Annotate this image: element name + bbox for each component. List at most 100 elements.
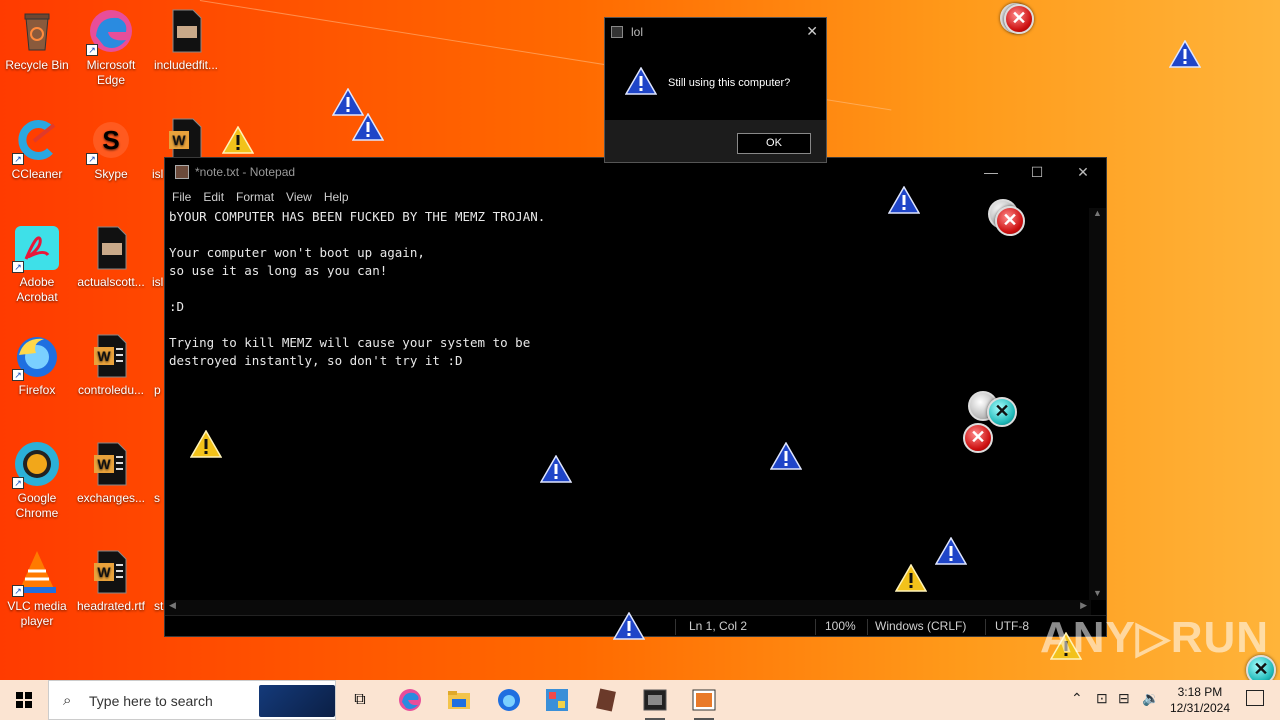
close-button[interactable]: ✕ bbox=[1060, 164, 1106, 181]
chrome-icon: ↗ bbox=[12, 441, 60, 489]
search-placeholder: Type here to search bbox=[89, 693, 213, 709]
search-box[interactable]: ⌕ Type here to search bbox=[48, 680, 336, 720]
menu-format[interactable]: Format bbox=[236, 190, 274, 204]
svg-text:W: W bbox=[172, 132, 186, 148]
menu-bar: File Edit Format View Help bbox=[165, 186, 1106, 208]
vlc-icon: ↗ bbox=[12, 549, 60, 597]
scroll-up-icon[interactable]: ▲ bbox=[1089, 208, 1106, 218]
yellow-warning-icon bbox=[190, 430, 222, 458]
error-icon: ✕ bbox=[987, 397, 1017, 427]
notepad-taskbar-icon[interactable] bbox=[690, 686, 718, 720]
desktop-icon-vlc[interactable]: ↗ VLC media player bbox=[0, 549, 76, 629]
svg-text:W: W bbox=[97, 456, 111, 472]
task-view-icon[interactable]: ⧉ bbox=[346, 686, 374, 714]
ok-button[interactable]: OK bbox=[737, 133, 811, 154]
shortcut-arrow-icon: ↗ bbox=[12, 585, 24, 597]
firefox-icon: ↗ bbox=[12, 333, 60, 381]
anyrun-watermark: ANY▷RUN bbox=[1040, 613, 1270, 662]
minimize-button[interactable]: — bbox=[968, 164, 1014, 181]
notepad-window[interactable]: *note.txt - Notepad — ☐ ✕ File Edit Form… bbox=[164, 157, 1107, 637]
dialog-message: Still using this computer? bbox=[668, 77, 791, 89]
menu-file[interactable]: File bbox=[172, 190, 191, 204]
window-title: *note.txt - Notepad bbox=[195, 165, 296, 179]
ccleaner-icon: ↗ bbox=[12, 117, 60, 165]
error-icon: ✕ bbox=[1004, 4, 1034, 34]
blue-warning-icon bbox=[540, 455, 572, 483]
maximize-button[interactable]: ☐ bbox=[1014, 164, 1060, 181]
desktop-icon-microsoft-edge[interactable]: ↗ Microsoft Edge bbox=[72, 8, 150, 88]
skype-icon: S ↗ bbox=[86, 117, 134, 165]
winrar-icon[interactable] bbox=[592, 686, 620, 714]
blue-warning-icon bbox=[352, 113, 384, 141]
taskbar: ⌕ Type here to search ⧉ ⌃ ⊡ ⊟ 🔉 3:18 PM … bbox=[0, 680, 1280, 720]
windows-logo-icon bbox=[16, 692, 32, 708]
file-icon bbox=[163, 8, 209, 54]
system-clock[interactable]: 3:18 PM 12/31/2024 bbox=[1170, 684, 1230, 716]
desktop-icon-includedfit[interactable]: includedfit... bbox=[147, 8, 225, 73]
desktop-icon-exchanges[interactable]: W exchanges... bbox=[72, 441, 150, 506]
file-explorer-icon[interactable] bbox=[445, 686, 473, 714]
dialog-close-button[interactable]: ✕ bbox=[806, 23, 818, 40]
photo-app-icon[interactable] bbox=[543, 686, 571, 714]
blue-warning-icon bbox=[770, 442, 802, 470]
network-icon[interactable]: ⊟ bbox=[1118, 690, 1130, 720]
status-encoding: UTF-8 bbox=[995, 619, 1029, 633]
blue-warning-icon bbox=[613, 612, 645, 640]
notifications-icon[interactable] bbox=[1246, 690, 1264, 706]
notepad-app-icon bbox=[175, 165, 189, 179]
file-icon bbox=[88, 225, 134, 271]
dialog-app-icon bbox=[611, 25, 623, 38]
status-zoom: 100% bbox=[825, 619, 856, 633]
clock-time: 3:18 PM bbox=[1177, 685, 1223, 699]
yellow-warning-icon bbox=[222, 126, 254, 154]
blue-warning-icon bbox=[888, 186, 920, 214]
desktop-icon-recycle-bin[interactable]: Recycle Bin bbox=[0, 8, 76, 73]
scroll-down-icon[interactable]: ▼ bbox=[1089, 588, 1106, 598]
security-icon[interactable]: ⊡ bbox=[1096, 690, 1108, 720]
recycle-bin-icon bbox=[14, 8, 60, 54]
clock-date: 12/31/2024 bbox=[1169, 701, 1230, 715]
menu-help[interactable]: Help bbox=[324, 190, 349, 204]
shortcut-arrow-icon: ↗ bbox=[12, 369, 24, 381]
shortcut-arrow-icon: ↗ bbox=[12, 261, 24, 273]
word-doc-icon: W bbox=[88, 549, 134, 595]
search-highlight-image bbox=[259, 685, 335, 717]
error-icon: ✕ bbox=[995, 206, 1025, 236]
word-doc-icon: W bbox=[88, 333, 134, 379]
shortcut-arrow-icon: ↗ bbox=[12, 477, 24, 489]
desktop-icon-google-chrome[interactable]: ↗ Google Chrome bbox=[0, 441, 76, 521]
acrobat-icon: ↗ bbox=[12, 225, 60, 273]
svg-text:W: W bbox=[97, 564, 111, 580]
desktop-icon-actualscott[interactable]: actualscott... bbox=[72, 225, 150, 290]
desktop-icon-skype[interactable]: S ↗ Skype bbox=[72, 117, 150, 182]
desktop-icon-adobe-acrobat[interactable]: ↗ Adobe Acrobat bbox=[0, 225, 76, 305]
search-icon: ⌕ bbox=[63, 692, 72, 709]
error-icon: ✕ bbox=[963, 423, 993, 453]
shortcut-arrow-icon: ↗ bbox=[12, 153, 24, 165]
menu-edit[interactable]: Edit bbox=[203, 190, 224, 204]
blue-warning-icon bbox=[332, 88, 364, 116]
desktop-icon-ccleaner[interactable]: ↗ CCleaner bbox=[0, 117, 76, 182]
menu-view[interactable]: View bbox=[286, 190, 312, 204]
desktop-icon-headrated[interactable]: W headrated.rtf bbox=[72, 549, 150, 614]
vertical-scrollbar[interactable]: ▲ ▼ bbox=[1089, 208, 1106, 600]
status-position: Ln 1, Col 2 bbox=[689, 619, 748, 633]
blue-warning-icon bbox=[1169, 40, 1201, 68]
status-line-ending: Windows (CRLF) bbox=[875, 619, 967, 633]
volume-icon[interactable]: 🔉 bbox=[1142, 690, 1159, 720]
shortcut-arrow-icon: ↗ bbox=[86, 153, 98, 165]
svg-text:W: W bbox=[97, 348, 111, 364]
desktop-icon-controledu[interactable]: W controledu... bbox=[72, 333, 150, 398]
desktop-icon-firefox[interactable]: ↗ Firefox bbox=[0, 333, 76, 398]
terminal-icon[interactable] bbox=[641, 686, 669, 720]
firefox-taskbar-icon[interactable] bbox=[495, 686, 523, 714]
shortcut-arrow-icon: ↗ bbox=[86, 44, 98, 56]
scroll-left-icon[interactable]: ◀ bbox=[169, 600, 176, 615]
chevron-up-icon[interactable]: ⌃ bbox=[1071, 690, 1083, 720]
word-doc-icon: W bbox=[88, 441, 134, 487]
message-dialog[interactable]: lol ✕ Still using this computer? OK bbox=[604, 17, 827, 163]
dialog-titlebar[interactable]: lol ✕ bbox=[605, 18, 826, 45]
start-button[interactable] bbox=[0, 680, 48, 720]
edge-taskbar-icon[interactable] bbox=[396, 686, 424, 714]
yellow-warning-icon bbox=[895, 564, 927, 592]
